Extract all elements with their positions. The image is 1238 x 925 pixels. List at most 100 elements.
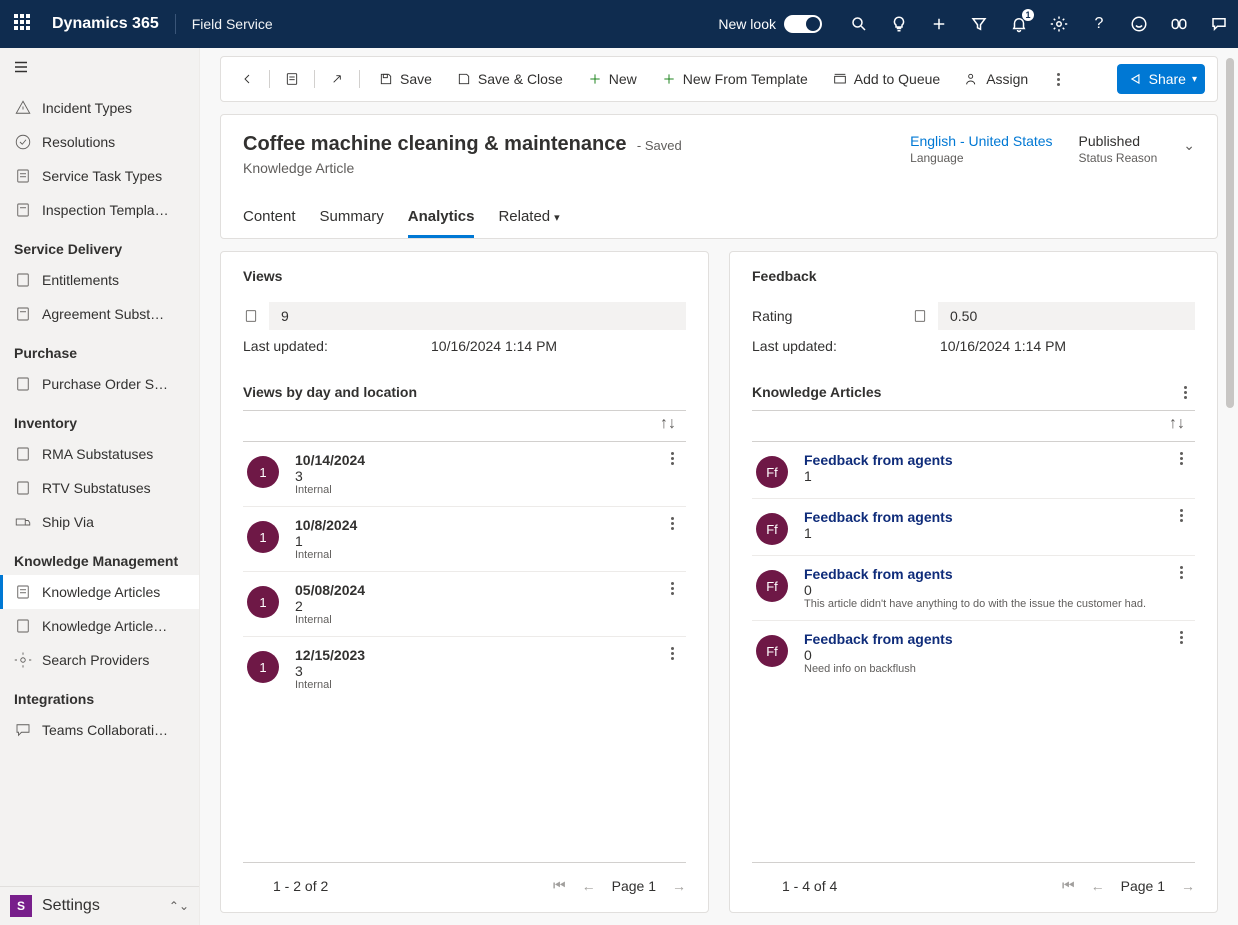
- pager-prev-icon[interactable]: ←: [582, 878, 596, 894]
- feedback-updated-value: 10/16/2024 1:14 PM: [940, 338, 1066, 354]
- entity-name: Knowledge Article: [243, 160, 890, 176]
- smile-icon[interactable]: [1130, 15, 1148, 33]
- sidebar-item-knowledge-articles[interactable]: Knowledge Articles: [0, 575, 199, 609]
- sidebar-item-inspection-templates[interactable]: Inspection Templa…: [0, 193, 199, 227]
- item-menu-button[interactable]: [1171, 631, 1191, 644]
- assign-button[interactable]: Assign: [954, 65, 1038, 93]
- sidebar-item-entitlements[interactable]: Entitlements: [0, 263, 199, 297]
- chevron-updown-icon: ⌃⌄: [169, 899, 189, 913]
- feedback-panel: Feedback Rating 0.50 Last updated: 10/16…: [729, 251, 1218, 913]
- section-menu-button[interactable]: [1175, 386, 1195, 399]
- views-updated-label: Last updated:: [243, 338, 431, 354]
- back-button[interactable]: [233, 65, 261, 93]
- expand-header-icon[interactable]: ⌄: [1183, 137, 1195, 154]
- list-item[interactable]: 1 05/08/20242Internal: [243, 572, 686, 637]
- list-item[interactable]: Ff Feedback from agents1: [752, 442, 1195, 499]
- command-bar: Save Save & Close New New From Template …: [220, 56, 1218, 102]
- chevron-down-icon: ▾: [1192, 74, 1197, 85]
- avatar: 1: [247, 456, 279, 488]
- tab-content[interactable]: Content: [243, 200, 296, 238]
- pager-range: 1 - 2 of 2: [273, 878, 328, 894]
- pager-first-icon[interactable]: ⏮: [553, 877, 566, 894]
- item-menu-button[interactable]: [1171, 566, 1191, 579]
- item-menu-button[interactable]: [1171, 509, 1191, 522]
- search-icon[interactable]: [850, 15, 868, 33]
- sidebar-item-purchase-order-substatuses[interactable]: Purchase Order S…: [0, 367, 199, 401]
- scrollbar[interactable]: [1226, 58, 1234, 408]
- saved-indicator: - Saved: [637, 138, 682, 153]
- link-icon[interactable]: [1170, 15, 1188, 33]
- sidebar-item-service-task-types[interactable]: Service Task Types: [0, 159, 199, 193]
- tab-related[interactable]: Related▾: [498, 200, 559, 238]
- tabs: Content Summary Analytics Related▾: [243, 200, 1195, 238]
- sort-button[interactable]: ↑↓: [752, 410, 1195, 442]
- list-item[interactable]: Ff Feedback from agents0This article did…: [752, 556, 1195, 621]
- list-item[interactable]: Ff Feedback from agents0Need info on bac…: [752, 621, 1195, 685]
- list-item[interactable]: 1 10/14/20243Internal: [243, 442, 686, 507]
- lightbulb-icon[interactable]: [890, 15, 908, 33]
- views-list-title: Views by day and location: [243, 384, 417, 400]
- sidebar-item-rtv-substatuses[interactable]: RTV Substatuses: [0, 471, 199, 505]
- gear-icon[interactable]: [1050, 15, 1068, 33]
- language-label: Language: [910, 151, 1052, 165]
- list-item[interactable]: 1 10/8/20241Internal: [243, 507, 686, 572]
- share-button[interactable]: Share ▾: [1117, 64, 1205, 94]
- sort-button[interactable]: ↑↓: [243, 410, 686, 442]
- filter-icon[interactable]: [970, 15, 988, 33]
- new-button[interactable]: New: [577, 65, 647, 93]
- save-button[interactable]: Save: [368, 65, 442, 93]
- add-to-queue-button[interactable]: Add to Queue: [822, 65, 950, 93]
- app-launcher-icon[interactable]: [14, 14, 34, 34]
- item-menu-button[interactable]: [662, 582, 682, 595]
- sidebar-item-search-providers[interactable]: Search Providers: [0, 643, 199, 677]
- pager-prev-icon[interactable]: ←: [1091, 878, 1105, 894]
- sidebar-item-teams-collaboration[interactable]: Teams Collaborati…: [0, 713, 199, 747]
- feedback-list: Ff Feedback from agents1 Ff Feedback fro…: [752, 442, 1195, 862]
- settings-avatar: S: [10, 895, 32, 917]
- feedback-pager: 1 - 4 of 4 ⏮ ← Page 1 →: [752, 862, 1195, 894]
- feedback-list-title: Knowledge Articles: [752, 384, 881, 400]
- sidebar-item-incident-types[interactable]: Incident Types: [0, 91, 199, 125]
- views-updated-value: 10/16/2024 1:14 PM: [431, 338, 557, 354]
- item-menu-button[interactable]: [662, 452, 682, 465]
- sidebar: Incident Types Resolutions Service Task …: [0, 48, 200, 925]
- views-title: Views: [243, 268, 686, 284]
- plus-icon[interactable]: [930, 15, 948, 33]
- sidebar-group-integrations: Integrations: [0, 677, 199, 713]
- tab-summary[interactable]: Summary: [320, 200, 384, 238]
- brand-name: Dynamics 365: [52, 15, 159, 33]
- help-icon[interactable]: ?: [1090, 15, 1108, 33]
- sidebar-footer-settings[interactable]: S Settings ⌃⌄: [0, 886, 199, 925]
- item-menu-button[interactable]: [662, 647, 682, 660]
- sidebar-item-resolutions[interactable]: Resolutions: [0, 125, 199, 159]
- tab-analytics[interactable]: Analytics: [408, 200, 475, 238]
- views-panel: Views 9 Last updated: 10/16/2024 1:14 PM…: [220, 251, 709, 913]
- chat-icon[interactable]: [1210, 15, 1228, 33]
- new-from-template-button[interactable]: New From Template: [651, 65, 818, 93]
- chevron-down-icon: ▾: [554, 212, 560, 224]
- sidebar-item-ship-via[interactable]: Ship Via: [0, 505, 199, 539]
- list-item[interactable]: 1 12/15/20233Internal: [243, 637, 686, 701]
- hamburger-icon[interactable]: [0, 48, 199, 91]
- save-close-button[interactable]: Save & Close: [446, 65, 573, 93]
- sidebar-item-agreement-substatuses[interactable]: Agreement Subst…: [0, 297, 199, 331]
- item-menu-button[interactable]: [1171, 452, 1191, 465]
- popout-button[interactable]: [323, 65, 351, 93]
- pager-next-icon[interactable]: →: [672, 878, 686, 894]
- sidebar-item-rma-substatuses[interactable]: RMA Substatuses: [0, 437, 199, 471]
- list-view-button[interactable]: [278, 65, 306, 93]
- rating-value: 0.50: [938, 302, 1195, 330]
- language-value[interactable]: English - United States: [910, 133, 1052, 149]
- status-value: Published: [1079, 133, 1158, 149]
- pager-first-icon[interactable]: ⏮: [1062, 877, 1075, 894]
- pager-range: 1 - 4 of 4: [782, 878, 837, 894]
- sidebar-item-knowledge-article-templates[interactable]: Knowledge Article…: [0, 609, 199, 643]
- item-menu-button[interactable]: [662, 517, 682, 530]
- more-commands-button[interactable]: [1042, 67, 1074, 92]
- feedback-title: Feedback: [752, 268, 1195, 284]
- new-look-toggle[interactable]: New look: [718, 15, 822, 33]
- sidebar-group-purchase: Purchase: [0, 331, 199, 367]
- bell-icon[interactable]: 1: [1010, 15, 1028, 33]
- list-item[interactable]: Ff Feedback from agents1: [752, 499, 1195, 556]
- pager-next-icon[interactable]: →: [1181, 878, 1195, 894]
